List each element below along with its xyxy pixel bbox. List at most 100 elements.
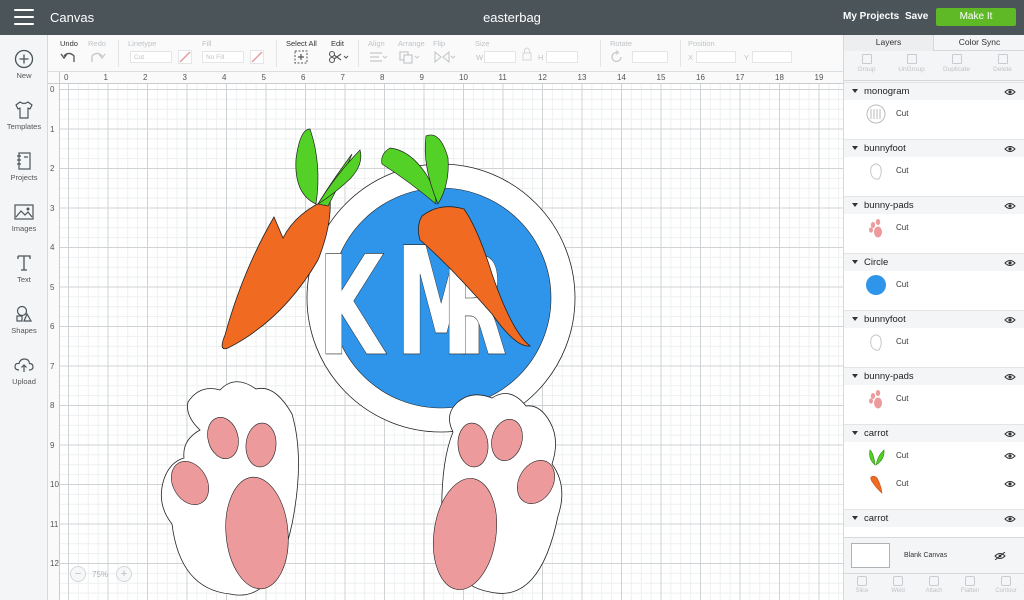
monogram-letter-k[interactable]: K	[318, 226, 388, 388]
sidebar-item-text[interactable]: Text	[0, 249, 48, 295]
select-all-button[interactable]: Select All	[286, 39, 317, 64]
weld-button[interactable]: Weld	[880, 576, 916, 594]
width-field[interactable]	[484, 51, 516, 63]
group-button[interactable]: Group	[844, 54, 889, 73]
zoom-in-button[interactable]: +	[116, 566, 132, 582]
sidebar-item-shapes[interactable]: Shapes	[0, 300, 48, 346]
sidebar-item-label: Upload	[12, 377, 36, 386]
eye-icon[interactable]	[1004, 515, 1016, 523]
bunny-foot-left[interactable]	[160, 381, 299, 596]
size-control[interactable]: Size	[475, 39, 490, 48]
sidebar-item-images[interactable]: Images	[0, 198, 48, 244]
ruler-tick-label: 14	[617, 73, 626, 82]
duplicate-button[interactable]: Duplicate	[934, 54, 979, 73]
chevron-down-icon[interactable]	[852, 203, 858, 207]
layer-row[interactable]: Cut	[844, 157, 1024, 185]
layer-row[interactable]: Cut	[844, 470, 1024, 498]
tab-layers[interactable]: Layers	[844, 35, 934, 51]
arrange-menu[interactable]: Arrange	[398, 39, 425, 64]
sidebar-item-new[interactable]: New	[0, 45, 48, 91]
sidebar-item-label: Text	[17, 275, 31, 284]
linetype-color-swatch-icon[interactable]	[178, 50, 192, 64]
sidebar-item-upload[interactable]: Upload	[0, 351, 48, 397]
chevron-down-icon[interactable]	[852, 146, 858, 150]
ruler-tick-label: 7	[340, 73, 345, 82]
ungroup-button[interactable]: UnGroup	[889, 54, 934, 73]
layer-row[interactable]: Cut	[844, 328, 1024, 356]
eye-icon[interactable]	[1004, 316, 1016, 324]
eye-icon[interactable]	[1004, 373, 1016, 381]
layer-thumbnail-icon	[866, 104, 886, 124]
eye-icon[interactable]	[1004, 480, 1016, 488]
contour-label: Contour	[995, 588, 1017, 594]
eye-icon[interactable]	[1004, 259, 1016, 267]
menu-hamburger-icon[interactable]	[14, 9, 34, 25]
rotate-control[interactable]: Rotate	[610, 39, 632, 64]
attach-label: Attach	[925, 588, 943, 594]
eye-icon[interactable]	[1004, 202, 1016, 210]
chevron-down-icon[interactable]	[852, 374, 858, 378]
flatten-button[interactable]: Flatten	[952, 576, 988, 594]
make-it-button[interactable]: Make It	[936, 8, 1016, 26]
design-artwork[interactable]: K M R	[60, 84, 843, 600]
my-projects-link[interactable]: My Projects	[843, 11, 899, 22]
tab-color-sync[interactable]: Color Sync	[934, 35, 1024, 51]
delete-button[interactable]: Delete	[980, 54, 1024, 73]
align-menu[interactable]: Align	[368, 39, 388, 64]
app-title: Canvas	[50, 10, 95, 25]
eye-icon[interactable]	[1004, 452, 1016, 460]
fill-select[interactable]: No Fill	[202, 51, 244, 63]
layer-row[interactable]: Cut	[844, 385, 1024, 413]
undo-button[interactable]: Undo	[60, 39, 78, 64]
blank-canvas-row[interactable]: Blank Canvas	[844, 537, 1024, 573]
layer-group-header[interactable]: bunnyfoot	[844, 139, 1024, 157]
layer-group-header[interactable]: carrot	[844, 509, 1024, 527]
layer-row[interactable]: Cut	[844, 214, 1024, 242]
sidebar-item-templates[interactable]: Templates	[0, 96, 48, 142]
y-position-field[interactable]	[752, 51, 792, 63]
chevron-down-icon[interactable]	[852, 317, 858, 321]
eye-icon[interactable]	[1004, 88, 1016, 96]
fill-control[interactable]: Fill	[202, 39, 212, 48]
ruler-tick-label: 4	[222, 73, 227, 82]
contour-button[interactable]: Contour	[988, 576, 1024, 594]
attach-button[interactable]: Attach	[916, 576, 952, 594]
layer-row[interactable]: Cut	[844, 271, 1024, 299]
edit-menu-button[interactable]: Edit	[328, 39, 350, 64]
layer-row[interactable]: Cut	[844, 100, 1024, 128]
x-position-field[interactable]	[696, 51, 736, 63]
rotate-field[interactable]	[632, 51, 668, 63]
layer-group-header[interactable]: carrot	[844, 424, 1024, 442]
slice-button[interactable]: Slice	[844, 576, 880, 594]
zoom-out-button[interactable]: −	[70, 566, 86, 582]
design-canvas[interactable]: K M R − 75% +	[60, 84, 843, 600]
chevron-down-icon[interactable]	[852, 89, 858, 93]
sidebar-item-projects[interactable]: Projects	[0, 147, 48, 193]
eye-icon[interactable]	[1004, 430, 1016, 438]
layer-group-header[interactable]: bunny-pads	[844, 367, 1024, 385]
lock-icon[interactable]	[520, 43, 534, 67]
chevron-down-icon[interactable]	[852, 260, 858, 264]
layer-group-header[interactable]: Circle	[844, 253, 1024, 271]
eye-hidden-icon[interactable]	[994, 552, 1006, 560]
redo-button[interactable]: Redo	[88, 39, 106, 64]
blank-canvas-swatch[interactable]	[851, 543, 890, 568]
chevron-down-icon[interactable]	[852, 431, 858, 435]
layer-group-header[interactable]: bunny-pads	[844, 196, 1024, 214]
rotate-icon	[611, 50, 622, 63]
size-w-label: W	[476, 53, 484, 62]
linetype-select[interactable]: Cut	[130, 51, 172, 63]
chevron-down-icon[interactable]	[852, 516, 858, 520]
ruler-tick-label: 9	[50, 440, 55, 450]
position-control[interactable]: Position	[688, 39, 715, 48]
layer-group-header[interactable]: bunnyfoot	[844, 310, 1024, 328]
layer-row[interactable]: Cut	[844, 442, 1024, 470]
linetype-control[interactable]: Linetype	[128, 39, 156, 48]
save-button[interactable]: Save	[905, 11, 928, 22]
eye-icon[interactable]	[1004, 145, 1016, 153]
fill-color-swatch-icon[interactable]	[250, 50, 264, 64]
layer-group-header[interactable]: monogram	[844, 82, 1024, 100]
height-field[interactable]	[546, 51, 578, 63]
flip-menu[interactable]: Flip	[433, 39, 457, 64]
sidebar-item-label: Templates	[6, 122, 42, 131]
